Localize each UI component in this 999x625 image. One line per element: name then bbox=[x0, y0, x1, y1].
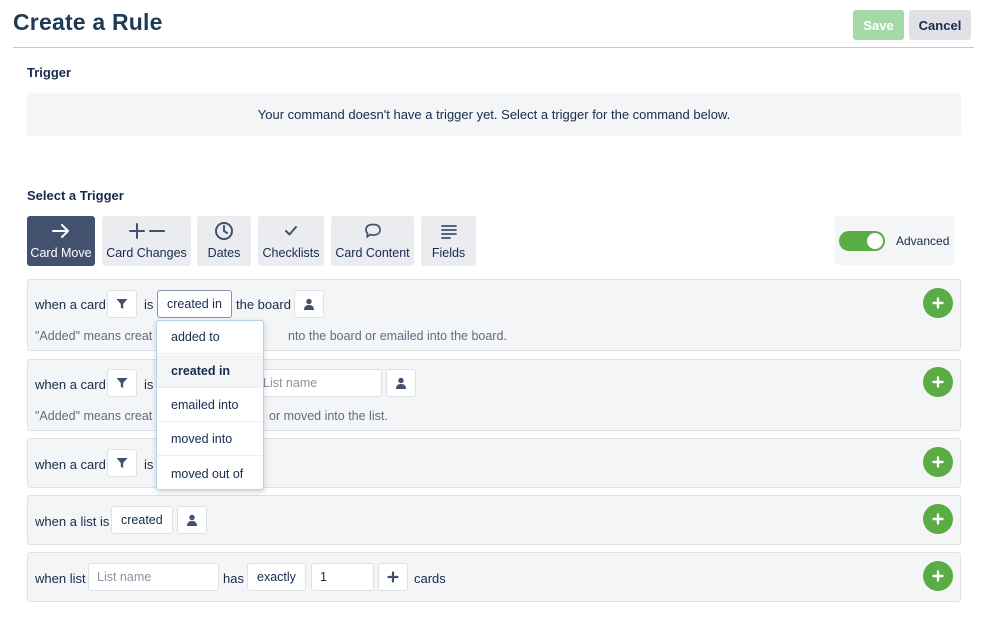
rule-prefix: when a card bbox=[35, 377, 106, 392]
plus-icon bbox=[932, 297, 944, 309]
filter-button[interactable] bbox=[107, 290, 137, 318]
advanced-toggle-container: Advanced bbox=[835, 216, 954, 265]
clock-icon bbox=[214, 220, 234, 242]
dropdown-option-added-to[interactable]: added to bbox=[157, 321, 263, 354]
rule-has: has bbox=[223, 571, 244, 586]
rule-is: is bbox=[144, 297, 154, 312]
user-filter-button[interactable] bbox=[294, 290, 324, 318]
add-rule-button[interactable] bbox=[923, 447, 953, 477]
add-rule-button[interactable] bbox=[923, 561, 953, 591]
dropdown-option-moved-into[interactable]: moved into bbox=[157, 423, 263, 456]
action-select-value: created in bbox=[167, 297, 222, 311]
rule-hint-cont: or moved into the list. bbox=[269, 409, 388, 423]
rule-prefix: when a list is bbox=[35, 514, 110, 529]
rule-prefix: when a card bbox=[35, 297, 106, 312]
rule-is: is bbox=[144, 457, 154, 472]
trigger-heading: Trigger bbox=[27, 65, 72, 80]
tab-label: Card Move bbox=[30, 246, 92, 260]
filter-icon bbox=[116, 299, 128, 309]
lines-icon bbox=[440, 220, 458, 242]
plus-icon bbox=[932, 570, 944, 582]
checkmark-icon bbox=[283, 220, 299, 242]
dropdown-option-created-in[interactable]: created in bbox=[157, 355, 263, 388]
count-increment-button[interactable] bbox=[378, 563, 408, 591]
page-title: Create a Rule bbox=[13, 9, 163, 35]
filter-icon bbox=[116, 378, 128, 388]
tab-checklists[interactable]: Checklists bbox=[258, 216, 324, 266]
tab-label: Dates bbox=[207, 246, 241, 260]
dropdown-option-emailed-into[interactable]: emailed into bbox=[157, 389, 263, 422]
count-input[interactable] bbox=[311, 563, 374, 591]
rule-row-list-count: when list has exactly cards bbox=[27, 552, 961, 602]
tab-label: Card Changes bbox=[106, 246, 187, 260]
action-dropdown-menu: added to created in emailed into moved i… bbox=[156, 320, 264, 490]
filter-button[interactable] bbox=[107, 449, 137, 477]
comparator-select[interactable]: exactly bbox=[247, 563, 306, 591]
user-filter-button[interactable] bbox=[177, 506, 207, 534]
rule-suffix: cards bbox=[414, 571, 446, 586]
add-rule-button[interactable] bbox=[923, 367, 953, 397]
action-select[interactable]: created in bbox=[157, 290, 232, 318]
tab-label: Fields bbox=[431, 246, 466, 260]
dropdown-option-moved-out-of[interactable]: moved out of bbox=[157, 457, 263, 490]
plus-icon bbox=[932, 376, 944, 388]
trigger-empty-message: Your command doesn't have a trigger yet.… bbox=[257, 107, 731, 122]
comparator-value: exactly bbox=[257, 570, 296, 584]
header-divider bbox=[13, 47, 974, 48]
plus-minus-icon bbox=[128, 220, 166, 242]
list-action-select[interactable]: created bbox=[111, 506, 173, 534]
select-trigger-heading: Select a Trigger bbox=[27, 188, 124, 203]
filter-icon bbox=[116, 458, 128, 468]
add-rule-button[interactable] bbox=[923, 504, 953, 534]
plus-icon bbox=[387, 571, 399, 583]
tab-fields[interactable]: Fields bbox=[421, 216, 476, 266]
arrow-right-icon bbox=[51, 220, 71, 242]
plus-icon bbox=[932, 513, 944, 525]
comment-icon bbox=[363, 220, 383, 242]
list-name-input[interactable] bbox=[88, 563, 219, 591]
save-button[interactable]: Save bbox=[853, 10, 904, 40]
rule-row-list-created: when a list is created bbox=[27, 495, 961, 545]
tab-card-move[interactable]: Card Move bbox=[27, 216, 95, 266]
list-name-input[interactable] bbox=[254, 369, 382, 397]
header: Create a Rule Save Cancel bbox=[0, 0, 999, 48]
add-rule-button[interactable] bbox=[923, 288, 953, 318]
toggle-knob bbox=[867, 233, 883, 249]
user-icon bbox=[396, 377, 406, 389]
rule-prefix: when a card bbox=[35, 457, 106, 472]
tab-card-changes[interactable]: Card Changes bbox=[102, 216, 191, 266]
advanced-label: Advanced bbox=[896, 234, 950, 248]
advanced-toggle[interactable] bbox=[839, 231, 885, 251]
tab-dates[interactable]: Dates bbox=[197, 216, 251, 266]
list-action-value: created bbox=[121, 513, 163, 527]
tab-card-content[interactable]: Card Content bbox=[331, 216, 414, 266]
tab-label: Checklists bbox=[262, 246, 320, 260]
rule-prefix: when list bbox=[35, 571, 86, 586]
rule-hint: "Added" means creat bbox=[35, 409, 153, 423]
user-filter-button[interactable] bbox=[386, 369, 416, 397]
rule-suffix: the board bbox=[236, 297, 291, 312]
cancel-button[interactable]: Cancel bbox=[909, 10, 971, 40]
rule-hint-cont: nto the board or emailed into the board. bbox=[288, 329, 507, 343]
trigger-empty-box: Your command doesn't have a trigger yet.… bbox=[27, 93, 961, 136]
filter-button[interactable] bbox=[107, 369, 137, 397]
user-icon bbox=[187, 514, 197, 526]
user-icon bbox=[304, 298, 314, 310]
plus-icon bbox=[932, 456, 944, 468]
tab-label: Card Content bbox=[335, 246, 410, 260]
rule-is: is bbox=[144, 377, 154, 392]
rule-hint: "Added" means creat bbox=[35, 329, 153, 343]
